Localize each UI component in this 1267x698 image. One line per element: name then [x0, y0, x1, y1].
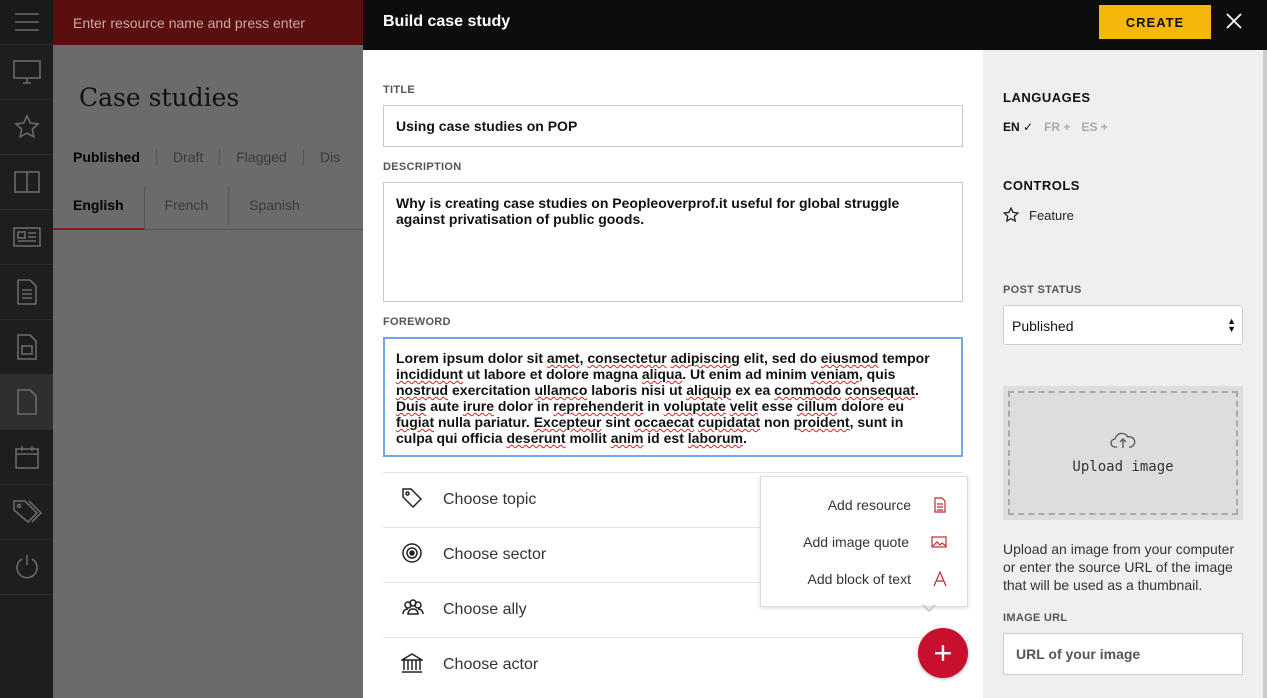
post-status-select[interactable]: Published ▲ ▼: [1003, 305, 1243, 345]
document-icon[interactable]: [0, 265, 53, 320]
star-icon[interactable]: [0, 100, 53, 155]
book-icon[interactable]: [0, 155, 53, 210]
image-url-label: IMAGE URL: [1003, 612, 1068, 624]
group-icon: [383, 598, 443, 623]
tab-french[interactable]: French: [145, 187, 230, 225]
add-resource-item[interactable]: Add resource: [761, 486, 967, 523]
star-icon: [1003, 207, 1019, 223]
language-list: EN ✓ FR + ES +: [1003, 120, 1119, 134]
upload-dropzone[interactable]: Upload image: [1003, 386, 1243, 520]
feature-toggle[interactable]: Feature: [1003, 207, 1074, 223]
languages-heading: LANGUAGES: [1003, 90, 1091, 105]
foreword-label: FOREWORD: [383, 316, 451, 328]
plus-icon: +: [1100, 120, 1108, 134]
language-es-code: ES: [1081, 120, 1098, 134]
document-icon: [934, 496, 946, 513]
background-page: Case studies Published Draft Flagged Dis…: [53, 45, 363, 698]
foreword-textarea[interactable]: Lorem ipsum dolor sit amet, consectetur …: [383, 337, 963, 457]
post-status-value: Published: [1012, 318, 1074, 334]
choose-sector-label: Choose sector: [443, 546, 547, 563]
settings-sidebar: LANGUAGES EN ✓ FR + ES + CONTROLS Featur…: [983, 50, 1263, 698]
icon-rail: [0, 0, 53, 698]
language-es[interactable]: ES +: [1081, 120, 1107, 134]
check-icon: ✓: [1023, 120, 1034, 134]
tab-spanish[interactable]: Spanish: [229, 187, 320, 225]
controls-heading: CONTROLS: [1003, 178, 1080, 193]
search-input[interactable]: Enter resource name and press enter: [53, 0, 363, 45]
choose-ally-label: Choose ally: [443, 601, 527, 618]
image-url-input[interactable]: URL of your image: [1003, 633, 1243, 675]
language-fr[interactable]: FR +: [1044, 120, 1070, 134]
text-icon: [933, 570, 947, 586]
page-title: Case studies: [79, 83, 240, 112]
status-tabs: Published Draft Flagged Dis: [73, 149, 372, 165]
add-resource-label: Add resource: [827, 496, 911, 513]
description-textarea[interactable]: Why is creating case studies on Peopleov…: [383, 182, 963, 302]
select-arrows-icon: ▲ ▼: [1227, 316, 1236, 334]
power-icon[interactable]: [0, 540, 53, 595]
language-en-code: EN: [1003, 120, 1020, 134]
choose-actor-row[interactable]: Choose actor: [383, 637, 963, 692]
description-label: DESCRIPTION: [383, 161, 462, 173]
blank-document-icon[interactable]: [0, 375, 53, 430]
tags-icon[interactable]: [0, 485, 53, 540]
post-status-label: POST STATUS: [1003, 284, 1082, 296]
modal-header: Build case study CREATE: [363, 0, 1267, 50]
choose-topic-label: Choose topic: [443, 491, 537, 508]
modal-title: Build case study: [383, 13, 511, 30]
title-label: TITLE: [383, 84, 416, 96]
choose-actor-label: Choose actor: [443, 656, 539, 673]
image-document-icon[interactable]: [0, 320, 53, 375]
add-button[interactable]: +: [918, 628, 968, 678]
search-placeholder: Enter resource name and press enter: [73, 14, 305, 31]
tag-icon: [383, 487, 443, 514]
monitor-icon[interactable]: [0, 45, 53, 100]
add-image-quote-item[interactable]: Add image quote: [761, 523, 967, 560]
cloud-upload-icon: [1110, 432, 1136, 448]
tab-draft[interactable]: Draft: [173, 149, 221, 165]
newspaper-icon[interactable]: [0, 210, 53, 265]
tab-dis[interactable]: Dis: [320, 149, 356, 165]
image-icon: [931, 535, 947, 548]
plus-icon: +: [1063, 120, 1071, 134]
language-fr-code: FR: [1044, 120, 1061, 134]
add-image-quote-label: Add image quote: [803, 533, 909, 550]
institution-icon: [383, 652, 443, 679]
upload-help-text: Upload an image from your computer or en…: [1003, 541, 1235, 593]
language-en[interactable]: EN ✓: [1003, 120, 1033, 134]
title-input[interactable]: Using case studies on POP: [383, 105, 963, 147]
feature-label: Feature: [1029, 207, 1074, 223]
close-icon[interactable]: [1225, 12, 1245, 32]
scrollbar[interactable]: [1263, 50, 1267, 698]
create-button[interactable]: CREATE: [1099, 5, 1211, 39]
menu-icon[interactable]: [0, 0, 53, 45]
add-block-of-text-item[interactable]: Add block of text: [761, 560, 967, 597]
tab-english[interactable]: English: [53, 187, 145, 230]
target-icon: [383, 542, 443, 569]
language-tabs: English French Spanish: [53, 183, 363, 230]
chevron-down-icon: [922, 604, 936, 613]
tab-published[interactable]: Published: [73, 149, 157, 165]
upload-label: Upload image: [1072, 459, 1174, 475]
calendar-icon[interactable]: [0, 430, 53, 485]
tab-flagged[interactable]: Flagged: [236, 149, 304, 165]
add-menu: Add resource Add image quote Add block o…: [760, 476, 968, 607]
add-block-of-text-label: Add block of text: [807, 570, 911, 587]
